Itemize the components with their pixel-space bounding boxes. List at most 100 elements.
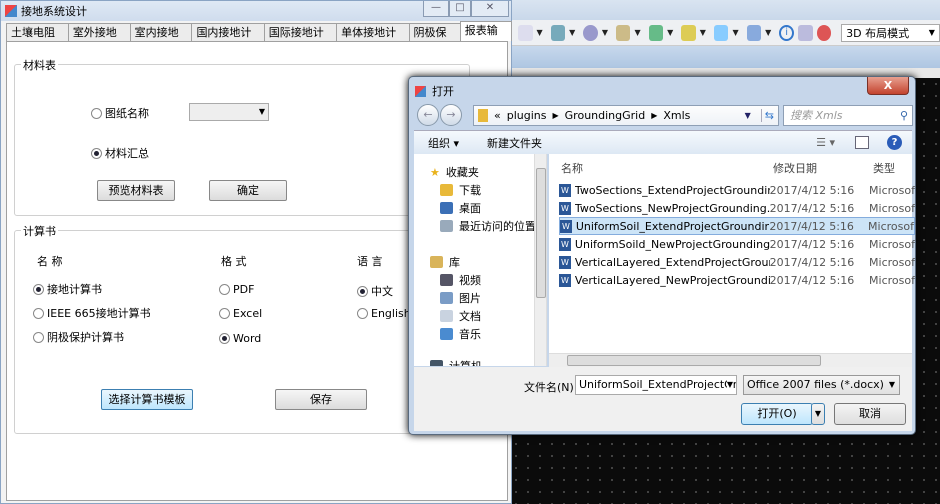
back-button[interactable]: ← <box>417 104 439 126</box>
select-template-button[interactable]: 选择计算书模板 <box>101 389 193 410</box>
column-date[interactable]: 修改日期 <box>773 160 817 176</box>
minimize-button[interactable]: — <box>423 1 449 17</box>
disable-icon[interactable] <box>816 24 832 41</box>
drawing-name-select[interactable]: ▼ <box>189 103 269 121</box>
info-icon[interactable]: i <box>779 24 795 41</box>
nav-label: 最近访问的位置 <box>459 220 536 233</box>
tab-bar: 土壤电阻率 室外接地网 室内接地网 国内接地计算 国际接地计算 单体接地计算 阴… <box>6 21 513 56</box>
pdf-radio[interactable]: PDF <box>219 283 254 296</box>
folder-icon <box>478 109 488 122</box>
tab-indoor-grid[interactable]: 室内接地网 <box>129 23 193 56</box>
tab-international-calc[interactable]: 国际接地计算 <box>263 23 338 56</box>
nav-label: 视频 <box>459 274 481 287</box>
search-input[interactable]: 搜索 Xmls ⚲ <box>783 105 913 126</box>
search-icon: ⚲ <box>899 109 908 122</box>
file-row[interactable]: W TwoSections_NewProjectGrounding... 2017/… <box>559 199 915 217</box>
breadcrumb-overflow[interactable]: « <box>494 109 501 122</box>
breadcrumb-groundinggrid[interactable]: GroundingGrid <box>565 109 646 122</box>
cathodic-calc-book-radio[interactable]: 阴极保护计算书 <box>33 329 124 345</box>
tab-cathodic-protection[interactable]: 阴极保护 <box>408 23 461 56</box>
excel-radio[interactable]: Excel <box>219 307 262 320</box>
nav-libraries[interactable]: 库 <box>430 254 460 270</box>
tab-soil-resistivity[interactable]: 土壤电阻率 <box>6 23 69 56</box>
dropdown-arrow-icon[interactable]: ▼ <box>569 28 575 37</box>
layers-icon[interactable] <box>648 24 664 41</box>
layout-mode-select[interactable]: 3D 布局模式 ▼ <box>841 23 940 42</box>
new-doc-icon[interactable] <box>518 24 533 41</box>
breadcrumb-plugins[interactable]: plugins <box>507 109 547 122</box>
view-options-icon[interactable]: ☰ ▾ <box>816 136 835 149</box>
preview-pane-icon[interactable] <box>855 136 869 149</box>
tab-report-output[interactable]: 报表输出 <box>459 21 513 54</box>
drawing-name-radio[interactable]: 图纸名称 <box>91 105 149 121</box>
tab-single-calc[interactable]: 单体接地计算 <box>336 23 410 56</box>
address-bar[interactable]: « plugins ▶ GroundingGrid ▶ Xmls ▼ ⇆ <box>473 105 779 126</box>
nav-scrollbar[interactable] <box>534 154 546 366</box>
nav-documents[interactable]: 文档 <box>440 308 481 324</box>
breadcrumb-xmls[interactable]: Xmls <box>663 109 690 122</box>
dropdown-arrow-icon[interactable]: ▼ <box>732 28 738 37</box>
cancel-button[interactable]: 取消 <box>834 403 906 425</box>
nav-recent[interactable]: 最近访问的位置 <box>440 218 536 234</box>
chinese-radio[interactable]: 中文 <box>357 283 393 299</box>
close-button[interactable]: ✕ <box>471 1 509 17</box>
tab-outdoor-grid[interactable]: 室外接地网 <box>67 23 131 56</box>
dropdown-arrow-icon[interactable]: ▼ <box>765 28 771 37</box>
organize-button[interactable]: 组织 ▾ <box>428 135 459 151</box>
maximize-button[interactable]: □ <box>449 1 471 17</box>
column-type[interactable]: 类型 <box>873 160 895 176</box>
confirm-button[interactable]: 确定 <box>209 180 287 201</box>
grid-icon[interactable] <box>798 24 813 41</box>
new-folder-button[interactable]: 新建文件夹 <box>487 135 542 151</box>
file-type: Microsof <box>869 183 915 197</box>
dropdown-arrow-icon[interactable]: ▼ <box>602 28 608 37</box>
help-icon[interactable]: ? <box>887 135 902 150</box>
file-row-selected[interactable]: W UniformSoil_ExtendProjectGroundin... 201… <box>559 217 915 235</box>
dropdown-arrow-icon[interactable]: ▼ <box>634 28 640 37</box>
material-summary-radio[interactable]: 材料汇总 <box>91 145 149 161</box>
dropdown-arrow-icon[interactable]: ▼ <box>537 28 543 37</box>
word-file-icon: W <box>559 201 571 215</box>
zoom-icon[interactable] <box>713 24 729 41</box>
dropdown-arrow-icon[interactable]: ▼ <box>667 28 673 37</box>
save-button[interactable]: 保存 <box>275 389 367 410</box>
view-icon[interactable] <box>550 24 566 41</box>
tab-domestic-calc[interactable]: 国内接地计算 <box>191 23 265 56</box>
dropdown-arrow-icon[interactable]: ▼ <box>700 28 706 37</box>
address-dropdown-icon[interactable]: ▼ <box>745 111 755 120</box>
filename-input[interactable]: UniformSoil_ExtendProjectGrc ▼ <box>575 375 737 395</box>
word-radio[interactable]: Word <box>219 332 261 345</box>
nav-favorites[interactable]: ★ 收藏夹 <box>430 164 479 180</box>
file-row[interactable]: W UniformSoild_NewProjectGrounding... 2017… <box>559 235 915 253</box>
file-row[interactable]: W TwoSections_ExtendProjectGroundin... 201… <box>559 181 915 199</box>
navigation-pane: ★ 收藏夹 下载 桌面 最近访问的位置 库 视频 图片 文档 音乐 计算机 <box>414 154 547 366</box>
open-options-dropdown[interactable]: ▼ <box>811 403 825 425</box>
dialog-close-button[interactable]: X <box>867 77 909 95</box>
calc-book-radio[interactable]: 接地计算书 <box>33 281 102 297</box>
ieee665-calc-book-radio[interactable]: IEEE 665接地计算书 <box>33 305 151 321</box>
open-button[interactable]: 打开(O) <box>741 403 813 425</box>
nav-desktop[interactable]: 桌面 <box>440 200 481 216</box>
nav-pictures[interactable]: 图片 <box>440 290 481 306</box>
nav-music[interactable]: 音乐 <box>440 326 481 342</box>
file-name: UniformSoild_NewProjectGrounding... <box>574 237 770 251</box>
filetype-select[interactable]: Office 2007 files (*.docx) ▼ <box>743 375 900 395</box>
nav-videos[interactable]: 视频 <box>440 272 481 288</box>
nav-downloads[interactable]: 下载 <box>440 182 481 198</box>
file-row[interactable]: W VerticalLayered_NewProjectGroundi... 201… <box>559 271 915 289</box>
stack-icon[interactable] <box>681 24 696 41</box>
image-icon[interactable] <box>615 24 631 41</box>
nav-computer[interactable]: 计算机 <box>430 358 482 366</box>
library-icon <box>430 256 443 268</box>
column-name[interactable]: 名称 <box>561 160 583 176</box>
preview-materials-button[interactable]: 预览材料表 <box>97 180 175 201</box>
chevron-down-icon[interactable]: ▼ <box>726 376 733 394</box>
render-icon[interactable] <box>583 24 598 41</box>
refresh-icon[interactable]: ⇆ <box>760 109 778 122</box>
english-radio[interactable]: English <box>357 307 411 320</box>
file-row[interactable]: W VerticalLayered_ExtendProjectGroun... 20… <box>559 253 915 271</box>
radio-label: 阴极保护计算书 <box>47 331 124 344</box>
transform-icon[interactable] <box>746 24 762 41</box>
file-list-scrollbar[interactable] <box>549 353 912 367</box>
forward-button[interactable]: → <box>440 104 462 126</box>
